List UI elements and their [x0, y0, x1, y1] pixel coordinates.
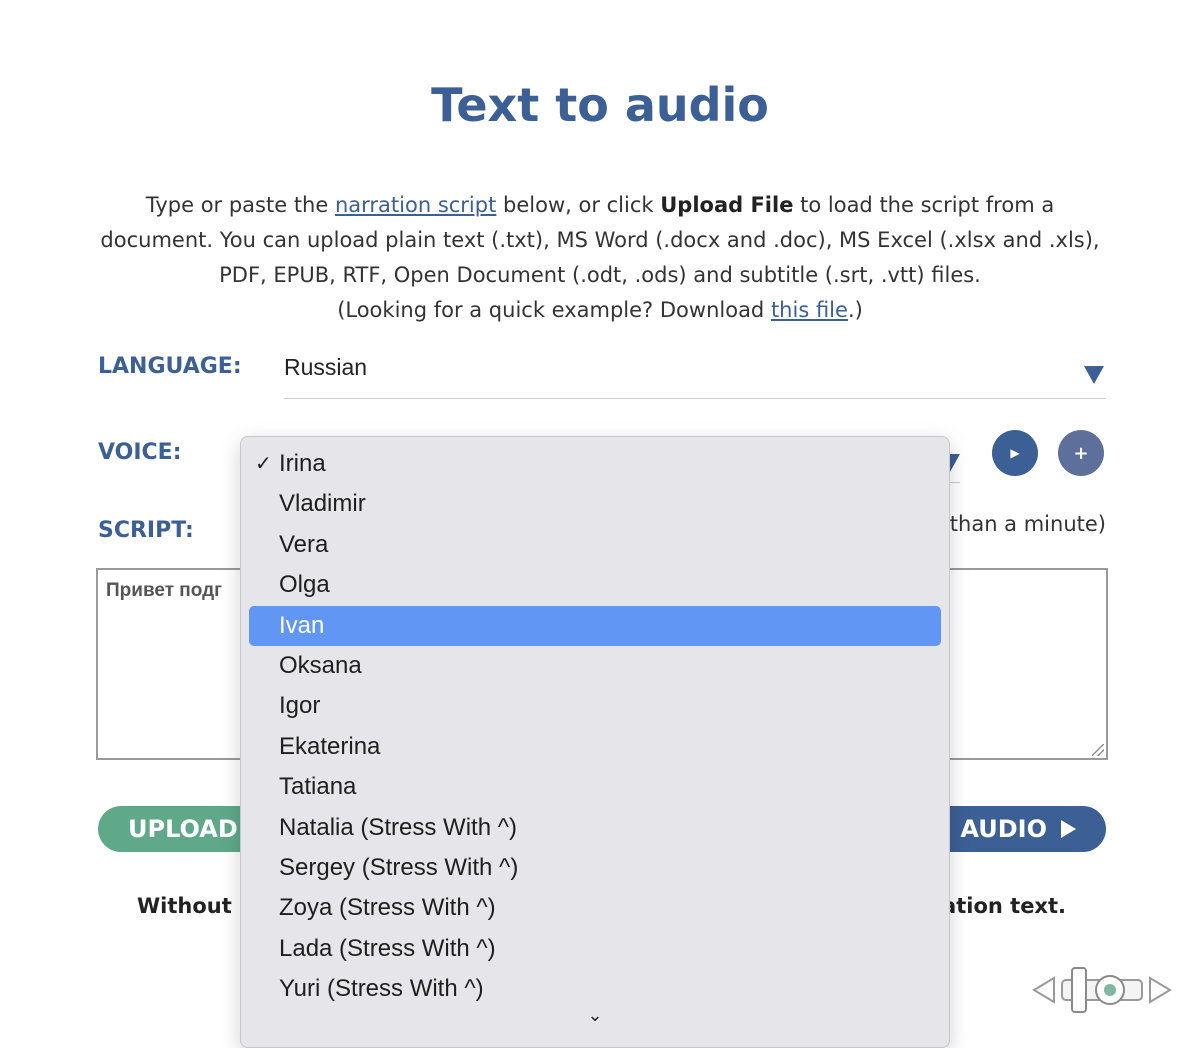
- voice-option-label: Vera: [279, 530, 329, 558]
- voice-label: VOICE:: [98, 440, 182, 465]
- create-button-label: AUDIO: [960, 815, 1047, 843]
- script-text: Привет подг: [106, 580, 223, 601]
- voice-option[interactable]: ✓ Irina: [249, 444, 941, 484]
- dropdown-arrow-icon: [1084, 366, 1104, 384]
- site-logo-icon: [1032, 967, 1172, 1013]
- play-voice-button[interactable]: ▶: [992, 430, 1038, 476]
- narration-script-link[interactable]: narration script: [335, 193, 496, 217]
- voice-option[interactable]: Vladimir: [249, 484, 941, 524]
- voice-option-label: Irina: [279, 450, 326, 477]
- voice-option[interactable]: Zoya (Stress With ^): [249, 888, 941, 928]
- voice-option[interactable]: Igor: [249, 686, 941, 726]
- voice-option[interactable]: Natalia (Stress With ^): [249, 808, 941, 848]
- voice-option-label: Zoya (Stress With ^): [279, 894, 496, 922]
- voice-option[interactable]: Sergey (Stress With ^): [249, 848, 941, 888]
- voice-option[interactable]: Olga: [249, 565, 941, 605]
- intro-text-part: (Looking for a quick example? Download: [337, 298, 771, 322]
- upload-button-label: UPLOAD: [128, 815, 238, 843]
- voice-option[interactable]: Tatiana: [249, 767, 941, 807]
- voice-option-label: Tatiana: [279, 773, 357, 801]
- play-arrow-icon: [1061, 820, 1076, 838]
- page-title: Text to audio: [431, 78, 769, 132]
- voice-option-label: Olga: [279, 571, 330, 599]
- intro-text-part: below, or click: [496, 193, 661, 217]
- voice-option[interactable]: Oksana: [249, 646, 941, 686]
- scroll-down-icon[interactable]: ⌄: [585, 1005, 605, 1026]
- voice-option-label: Natalia (Stress With ^): [279, 813, 517, 841]
- voice-option[interactable]: Ekaterina: [249, 727, 941, 767]
- language-select[interactable]: Russian: [284, 348, 1106, 399]
- voice-option-label: Ekaterina: [279, 732, 381, 760]
- voice-option-label: Lada (Stress With ^): [279, 934, 496, 962]
- voice-option[interactable]: Lada (Stress With ^): [249, 929, 941, 969]
- example-file-link[interactable]: this file: [771, 298, 848, 322]
- voice-option-label: Igor: [279, 692, 321, 720]
- voice-option[interactable]: Ivan: [249, 605, 941, 646]
- resize-handle-icon[interactable]: [1092, 744, 1104, 756]
- checkmark-icon: ✓: [255, 453, 272, 475]
- plus-icon: +: [1073, 442, 1089, 464]
- voice-option-label: Yuri (Stress With ^): [279, 975, 484, 1003]
- play-icon: ▶: [1010, 446, 1020, 460]
- upload-file-mention: Upload File: [660, 193, 794, 217]
- language-label: LANGUAGE:: [98, 354, 242, 379]
- language-value: Russian: [284, 354, 368, 380]
- footnote-left: Without a: [137, 894, 254, 918]
- add-voice-button[interactable]: +: [1058, 430, 1104, 476]
- voice-option[interactable]: Yuri (Stress With ^): [249, 969, 941, 1009]
- voice-dropdown-list[interactable]: ✓ Irina Vladimir Vera Olga Ivan Oksana Igor Ekat…: [240, 436, 950, 1048]
- intro-text: Type or paste the narration script below…: [90, 188, 1110, 328]
- voice-option[interactable]: Vera: [249, 525, 941, 565]
- voice-option-label: Sergey (Stress With ^): [279, 854, 519, 881]
- intro-text-part: .): [847, 298, 863, 322]
- intro-text-part: Type or paste the: [145, 193, 335, 217]
- voice-option-label: Oksana: [279, 652, 362, 679]
- voice-option-label: Ivan: [279, 611, 325, 639]
- voice-option-label: Vladimir: [279, 490, 366, 518]
- script-hint: s than a minute): [932, 512, 1106, 536]
- script-label: SCRIPT:: [98, 518, 194, 543]
